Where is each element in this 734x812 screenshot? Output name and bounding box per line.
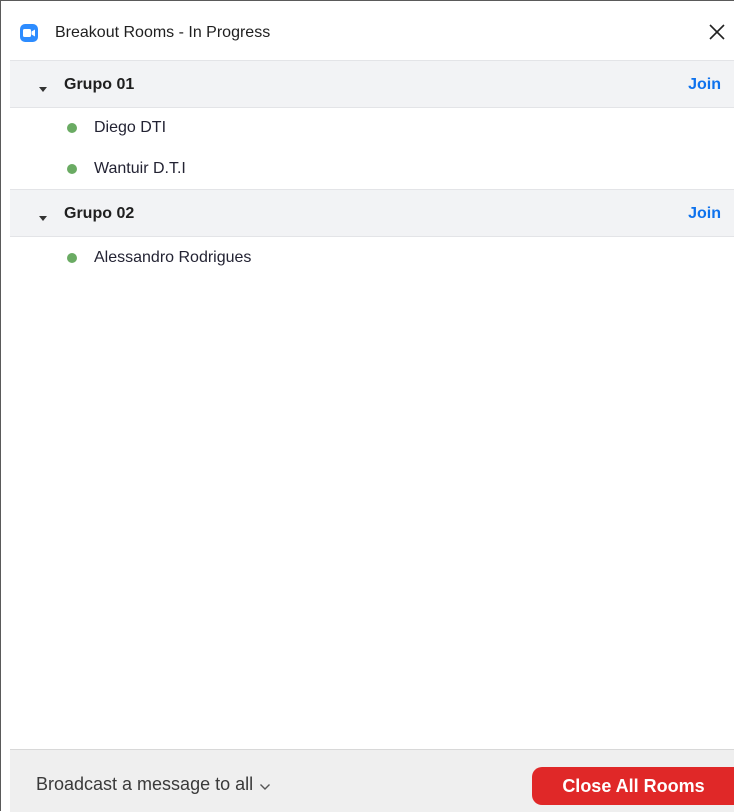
online-status-dot-icon — [67, 123, 77, 133]
close-icon[interactable] — [704, 19, 730, 45]
participant-name: Alessandro Rodrigues — [94, 249, 252, 266]
online-status-dot-icon — [67, 164, 77, 174]
title-bar: Breakout Rooms - In Progress — [2, 2, 734, 60]
group-header-grupo-01[interactable]: Grupo 01 Join — [10, 60, 734, 108]
caret-down-icon[interactable] — [38, 210, 48, 221]
participant-row: Wantuir D.T.I — [10, 149, 734, 189]
online-status-dot-icon — [67, 253, 77, 263]
caret-down-icon[interactable] — [38, 81, 48, 92]
participant-row: Alessandro Rodrigues — [10, 238, 734, 278]
group-name: Grupo 01 — [64, 76, 135, 93]
join-button[interactable]: Join — [688, 75, 721, 95]
participant-row: Diego DTI — [10, 108, 734, 148]
zoom-video-icon — [20, 24, 38, 42]
window-title: Breakout Rooms - In Progress — [55, 24, 271, 41]
broadcast-label: Broadcast a message to all — [36, 774, 254, 794]
breakout-rooms-window: Breakout Rooms - In Progress Grupo 01 Jo… — [0, 0, 734, 812]
participant-name: Diego DTI — [94, 119, 167, 136]
close-all-rooms-button[interactable]: Close All Rooms — [532, 767, 734, 805]
footer-bar: Broadcast a message to all Close All Roo… — [10, 749, 734, 812]
chevron-down-icon — [259, 774, 271, 796]
group-name: Grupo 02 — [64, 205, 135, 222]
group-header-grupo-02[interactable]: Grupo 02 Join — [10, 189, 734, 237]
broadcast-dropdown[interactable]: Broadcast a message to all — [36, 773, 271, 796]
participant-name: Wantuir D.T.I — [94, 160, 186, 177]
join-button[interactable]: Join — [688, 204, 721, 224]
